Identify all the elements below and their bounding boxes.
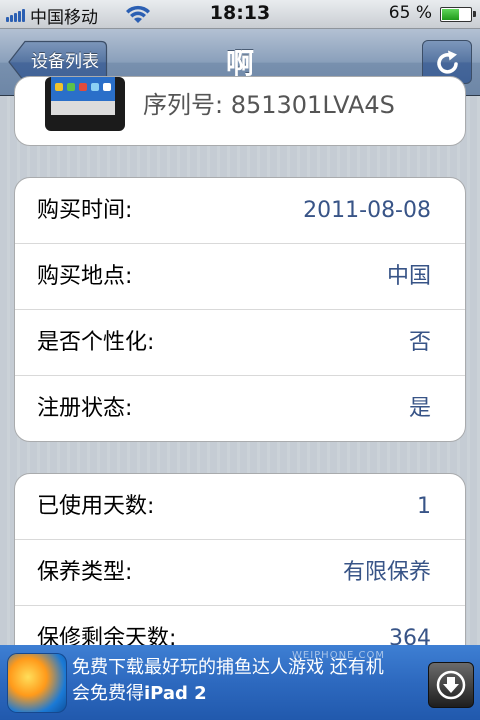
personalized-row: 是否个性化: 否 (15, 310, 465, 376)
device-info-card: 序列号: 851301LVA4S (14, 76, 466, 146)
warranty-type-label: 保养类型: (37, 560, 133, 585)
iphone-image (45, 77, 125, 131)
days-used-row: 已使用天数: 1 (15, 474, 465, 540)
ad-text: 免费下载最好玩的捕鱼达人游戏 还有机 会免费得iPad 2 (72, 655, 422, 707)
registration-status-label: 注册状态: (37, 396, 133, 421)
ad-line-2: 会免费得iPad 2 (72, 681, 422, 707)
ad-line-2-prefix: 会免费得 (72, 683, 144, 704)
purchase-date-row: 购买时间: 2011-08-08 (15, 178, 465, 244)
battery-percent: 65 % (388, 3, 432, 23)
ad-line-2-product: iPad 2 (144, 683, 207, 704)
serial-number: 序列号: 851301LVA4S (143, 91, 395, 119)
refresh-icon (437, 50, 458, 74)
days-used-value: 1 (417, 494, 431, 519)
fishing-game-app-icon (7, 653, 67, 713)
status-bar: 中国移动 18:13 65 % (0, 0, 480, 29)
download-arrow-icon (436, 670, 466, 700)
watermark-text: WEIPHONE.COM (292, 650, 386, 661)
personalized-label: 是否个性化: (37, 330, 155, 355)
purchase-info-card: 购买时间: 2011-08-08 购买地点: 中国 是否个性化: 否 注册状态:… (14, 177, 466, 442)
warranty-info-card: 已使用天数: 1 保养类型: 有限保养 保修剩余天数: 364 (14, 473, 466, 673)
battery-icon (440, 7, 476, 22)
download-button[interactable] (428, 662, 474, 708)
purchase-date-label: 购买时间: (37, 198, 133, 223)
purchase-date-value: 2011-08-08 (303, 198, 431, 223)
registration-status-value: 是 (408, 396, 431, 421)
warranty-type-value: 有限保养 (342, 560, 431, 585)
purchase-location-row: 购买地点: 中国 (15, 244, 465, 310)
ad-banner[interactable]: 免费下载最好玩的捕鱼达人游戏 还有机 会免费得iPad 2 (0, 645, 480, 720)
purchase-location-label: 购买地点: (37, 264, 133, 289)
warranty-type-row: 保养类型: 有限保养 (15, 540, 465, 606)
personalized-value: 否 (408, 330, 431, 355)
registration-status-row: 注册状态: 是 (15, 376, 465, 441)
days-used-label: 已使用天数: (37, 494, 155, 519)
purchase-location-value: 中国 (386, 264, 431, 289)
